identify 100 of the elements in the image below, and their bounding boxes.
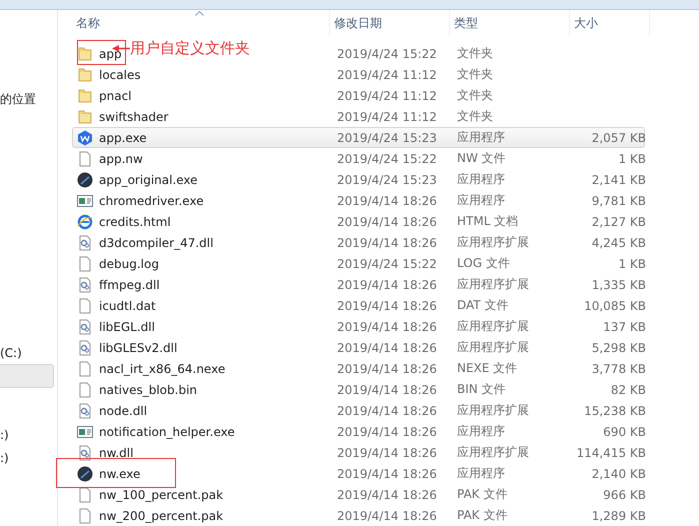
selected-file-row[interactable]: app.exe 2019/4/24 15:23 应用程序 2,057 KB (72, 127, 645, 148)
w-logo-icon (77, 130, 93, 146)
type-cell-text: 文件夹 (456, 108, 494, 125)
gear-file-icon (77, 318, 93, 334)
sidebar-item[interactable]: :) (0, 447, 57, 469)
size-cell-text: 137 KB (602, 320, 646, 334)
file-name: node.dll (99, 404, 148, 418)
type-cell-text: 应用程序扩展 (456, 339, 530, 356)
folder-icon (77, 66, 93, 82)
file-name: chromedriver.exe (99, 194, 204, 208)
date-cell-text: 2019/4/14 18:26 (336, 382, 438, 396)
file-icon (77, 360, 93, 376)
type-cell-text: 应用程序 (456, 423, 506, 440)
size-cell-text: 2,057 KB (590, 130, 646, 144)
type-cell-text: PAK 文件 (456, 486, 508, 503)
type-cell-text: LOG 文件 (456, 255, 511, 272)
date-cell-text: 2019/4/24 11:12 (336, 88, 438, 102)
date-cell-text: 2019/4/14 18:26 (336, 236, 438, 250)
file-name: locales (99, 68, 141, 82)
type-cell-text: 文件夹 (456, 87, 494, 104)
type-cell-text: 应用程序扩展 (456, 444, 530, 461)
file-name: app (99, 46, 122, 60)
size-cell-text: 15,238 KB (583, 404, 646, 418)
sidebar-item[interactable]: (C:) (0, 342, 57, 364)
file-icon (77, 486, 93, 502)
sidebar-item[interactable]: 的位置 (0, 88, 57, 110)
arrow-icon (112, 44, 130, 53)
date-cell-text: 2019/4/14 18:26 (336, 508, 438, 522)
column-header[interactable]: 名称 (72, 10, 330, 37)
file-name: pnacl (99, 88, 132, 102)
date-cell-text: 2019/4/14 18:26 (336, 278, 438, 292)
column-header[interactable]: 类型 (450, 10, 570, 37)
date-cell-text: 2019/4/14 18:26 (336, 488, 438, 502)
file-name: app.exe (99, 130, 147, 144)
date-cell-text: 2019/4/24 15:23 (336, 130, 438, 144)
size-cell-text: 5,298 KB (590, 340, 646, 354)
file-name: ffmpeg.dll (99, 278, 160, 292)
gear-file-icon (77, 234, 93, 250)
size-cell-text: 3,778 KB (590, 362, 646, 376)
date-cell-text: 2019/4/14 18:26 (336, 214, 438, 228)
size-cell-text: 4,245 KB (590, 236, 646, 250)
date-cell-text: 2019/4/14 18:26 (336, 362, 438, 376)
type-cell-text: NW 文件 (456, 150, 507, 167)
file-name: d3dcompiler_47.dll (99, 236, 214, 250)
type-cell-text: PAK 文件 (456, 507, 508, 524)
date-cell-text: 2019/4/14 18:26 (336, 404, 438, 418)
type-cell-text: 文件夹 (456, 66, 494, 83)
date-cell-text: 2019/4/14 18:26 (336, 424, 438, 438)
date-cell-text: 2019/4/24 11:12 (336, 110, 438, 124)
type-cell-text: 应用程序 (456, 465, 506, 482)
size-cell-text: 966 KB (602, 488, 646, 502)
file-name: notification_helper.exe (99, 424, 235, 438)
file-name: nacl_irt_x86_64.nexe (99, 362, 226, 376)
date-cell-text: 2019/4/14 18:26 (336, 446, 438, 460)
sort-caret-icon (195, 11, 204, 16)
gear-file-icon (77, 340, 93, 356)
date-cell-text: 2019/4/14 18:26 (336, 466, 438, 480)
file-name: icudtl.dat (99, 298, 156, 312)
size-cell-text: 2,127 KB (590, 214, 646, 228)
file-name: nw_200_percent.pak (99, 508, 224, 522)
date-cell-text: 2019/4/24 15:22 (336, 46, 438, 60)
file-icon (77, 298, 93, 314)
date-cell-text: 2019/4/24 15:22 (336, 152, 438, 166)
date-cell-text: 2019/4/14 18:26 (336, 340, 438, 354)
folder-icon (77, 108, 93, 124)
type-cell-text: 应用程序扩展 (456, 234, 530, 251)
file-name: credits.html (99, 214, 171, 228)
column-header[interactable]: 修改日期 (330, 10, 450, 37)
gear-file-icon (77, 444, 93, 460)
date-cell-text: 2019/4/14 18:26 (336, 298, 438, 312)
column-header[interactable]: 大小 (570, 10, 650, 37)
type-cell-text: NEXE 文件 (456, 360, 518, 377)
file-icon (77, 256, 93, 272)
size-cell-text: 2,141 KB (590, 172, 646, 186)
size-cell-text: 1 KB (617, 152, 646, 166)
date-cell-text: 2019/4/14 18:26 (336, 320, 438, 334)
folder-icon (77, 88, 93, 104)
annotation-text: 用户自定义文件夹 (130, 39, 250, 58)
gear-file-icon (77, 276, 93, 292)
window-icon (77, 424, 93, 440)
file-name: debug.log (99, 256, 159, 270)
file-name: libEGL.dll (99, 320, 155, 334)
sidebar-item[interactable] (0, 364, 54, 388)
dark-circle-icon (77, 172, 93, 188)
type-cell-text: 文件夹 (456, 45, 494, 62)
type-cell-text: BIN 文件 (456, 381, 507, 398)
sidebar-item[interactable]: :) (0, 424, 57, 446)
date-cell-text: 2019/4/14 18:26 (336, 194, 438, 208)
type-cell-text: 应用程序扩展 (456, 318, 530, 335)
size-cell-text: 1 KB (617, 256, 646, 270)
size-cell-text: 82 KB (610, 382, 646, 396)
size-cell-text: 10,085 KB (583, 298, 646, 312)
date-cell-text: 2019/4/24 15:22 (336, 256, 438, 270)
file-icon (77, 382, 93, 398)
type-cell-text: 应用程序 (456, 171, 506, 188)
dark-circle-icon (77, 466, 93, 482)
type-cell-text: 应用程序 (456, 192, 506, 209)
file-name: swiftshader (99, 110, 168, 124)
size-cell-text: 9,781 KB (590, 194, 646, 208)
type-cell-text: DAT 文件 (456, 297, 510, 314)
